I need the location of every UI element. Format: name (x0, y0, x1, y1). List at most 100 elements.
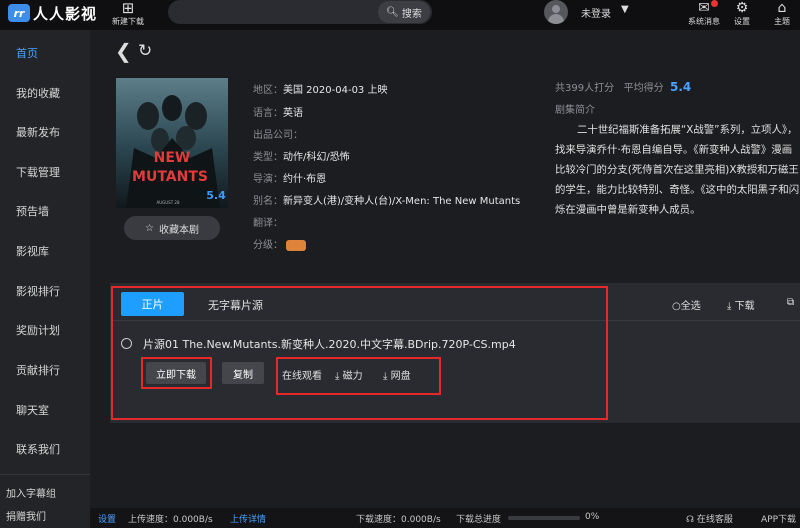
upload-detail-link[interactable]: 上传详情 (230, 512, 266, 525)
login-status[interactable]: 未登录 (581, 5, 611, 20)
join-subtitle-group-link[interactable]: 加入字幕组 (6, 485, 56, 500)
logo-text: 人人影视 (33, 4, 98, 23)
poster-title-line1: NEW (154, 150, 191, 166)
download-all-button[interactable]: ⤓ 下载 (727, 297, 755, 312)
info-language: 语言：英语 (253, 104, 303, 119)
online-service-label: 在线客服 (696, 515, 733, 525)
select-all-button[interactable]: ○全选 (672, 297, 701, 312)
sidebar-item-contact[interactable]: 联系我们 (0, 429, 90, 469)
sidebar-item-downloads[interactable]: 下载管理 (0, 152, 90, 192)
info-label: 地区： (253, 85, 283, 96)
sidebar: 首页 我的收藏 最新发布 下载管理 预告墙 影视库 影视排行 奖励计划 贡献排行… (0, 30, 90, 528)
avatar-body-shape (548, 14, 564, 24)
plus-box-icon: ⊞ (121, 0, 135, 17)
info-value: 动作/科幻/恐怖 (283, 152, 350, 163)
collect-label: 收藏本剧 (158, 224, 199, 236)
copy-all-icon[interactable]: ⧉ (787, 297, 794, 308)
rating-badge-icon (286, 239, 306, 251)
collect-button[interactable]: ☆ 收藏本剧 (124, 216, 220, 240)
info-label: 分级： (253, 240, 283, 251)
status-settings-link[interactable]: 设置 (98, 512, 116, 525)
search-icon: 🔍︎ (386, 6, 399, 18)
mail-icon: ✉ (698, 0, 710, 16)
sidebar-item-latest[interactable]: 最新发布 (0, 112, 90, 152)
theme-label: 主题 (774, 17, 790, 26)
theme-button[interactable]: ⌂ 主题 (762, 0, 800, 30)
select-all-label: 全选 (680, 301, 701, 312)
notification-dot (711, 0, 718, 7)
total-progress-bar (508, 516, 580, 520)
avatar-head-shape (552, 5, 560, 13)
poster-bottom-text: AUGUST 28 (156, 200, 179, 205)
info-value: 约什·布恩 (283, 174, 327, 185)
sidebar-item-ranking[interactable]: 影视排行 (0, 271, 90, 311)
synopsis-title: 剧集简介 (555, 105, 595, 116)
status-bar: 设置 上传速度：0.000B/s 上传详情 下载速度：0.000B/s 下载总进… (90, 508, 800, 528)
gear-icon: ⚙ (735, 0, 749, 16)
app-download-link[interactable]: APP下载 (761, 512, 796, 525)
star-icon: ☆ (145, 222, 154, 234)
logo-badge: rr (8, 4, 30, 22)
avatar[interactable] (544, 0, 568, 24)
info-value: 英语 (283, 108, 303, 119)
avg-score: 5.4 (670, 80, 692, 94)
info-genre: 类型：动作/科幻/恐怖 (253, 148, 350, 163)
poster-score: 5.4 (206, 189, 226, 202)
app-logo[interactable]: rr 人人影视 (8, 2, 97, 24)
poster-image: NEW MUTANTS 5.4 AUGUST 28 (116, 78, 228, 208)
sidebar-divider (0, 474, 90, 475)
back-icon[interactable]: ❮ (115, 41, 132, 61)
settings-label: 设置 (734, 17, 750, 26)
sidebar-item-chatroom[interactable]: 聊天室 (0, 390, 90, 430)
system-message-label: 系统消息 (688, 17, 720, 26)
info-alias: 别名：新异变人(港)/变种人(台)/X-Men: The New Mutants (253, 192, 520, 207)
online-service-button[interactable]: ☊ 在线客服 (686, 512, 733, 525)
search-button[interactable]: 🔍︎ 搜索 (378, 1, 430, 23)
circle-icon: ○ (672, 301, 681, 312)
chevron-down-icon[interactable]: ▼ (621, 4, 629, 15)
info-translator: 翻译： (253, 214, 283, 229)
upload-speed: 上传速度：0.000B/s (128, 515, 213, 525)
synopsis-text: 二十世纪福斯准备拓展“X战警”系列，立项人》，找来导演乔什·布恩自编自导。《新变… (555, 124, 800, 216)
info-value: 美国 2020-04-03 上映 (283, 85, 388, 96)
info-label: 出品公司： (253, 130, 303, 141)
info-label: 语言： (253, 108, 283, 119)
sidebar-item-favorites[interactable]: 我的收藏 (0, 73, 90, 113)
shirt-icon: ⌂ (777, 0, 787, 16)
info-rating: 分级： (253, 236, 306, 251)
score-summary: 共399人打分 平均得分 5.4 (555, 79, 691, 94)
highlight-box-links (276, 357, 441, 395)
sidebar-item-rewards[interactable]: 奖励计划 (0, 310, 90, 350)
refresh-icon[interactable]: ↻ (138, 41, 152, 61)
info-label: 别名： (253, 196, 283, 207)
settings-button[interactable]: ⚙ 设置 (722, 0, 762, 30)
donate-link[interactable]: 捐赠我们 (6, 508, 46, 523)
sidebar-item-home[interactable]: 首页 (0, 33, 90, 73)
info-company: 出品公司： (253, 126, 303, 141)
movie-poster: NEW MUTANTS 5.4 AUGUST 28 (116, 78, 228, 208)
highlight-box-download-now (141, 357, 212, 389)
total-progress-label: 下载总进度 (456, 515, 502, 525)
sidebar-item-contributors[interactable]: 贡献排行 (0, 350, 90, 390)
info-label: 翻译： (253, 218, 283, 229)
download-speed: 下载速度：0.000B/s (356, 515, 441, 525)
highlight-box-sources (111, 286, 608, 420)
info-value: 新异变人(港)/变种人(台)/X-Men: The New Mutants (283, 196, 521, 207)
info-director: 导演：约什·布恩 (253, 170, 326, 185)
rating-count: 共399人打分 (555, 83, 615, 94)
total-progress-value: 0% (585, 512, 600, 522)
poster-title-line2: MUTANTS (132, 169, 208, 185)
download-icon: ⤓ (727, 301, 732, 312)
info-region: 地区：美国 2020-04-03 上映 (253, 81, 387, 96)
avg-score-label: 平均得分 (623, 83, 664, 94)
info-label: 导演： (253, 174, 283, 185)
search-button-label: 搜索 (401, 8, 422, 20)
new-download-label: 新建下载 (112, 17, 144, 26)
headset-icon: ☊ (686, 515, 694, 525)
sidebar-item-trailers[interactable]: 预告墙 (0, 191, 90, 231)
download-all-label: 下载 (734, 301, 755, 312)
sidebar-item-library[interactable]: 影视库 (0, 231, 90, 271)
info-label: 类型： (253, 152, 283, 163)
new-download-button[interactable]: ⊞ 新建下载 (110, 0, 146, 30)
system-message-button[interactable]: ✉ 系统消息 (684, 0, 724, 30)
